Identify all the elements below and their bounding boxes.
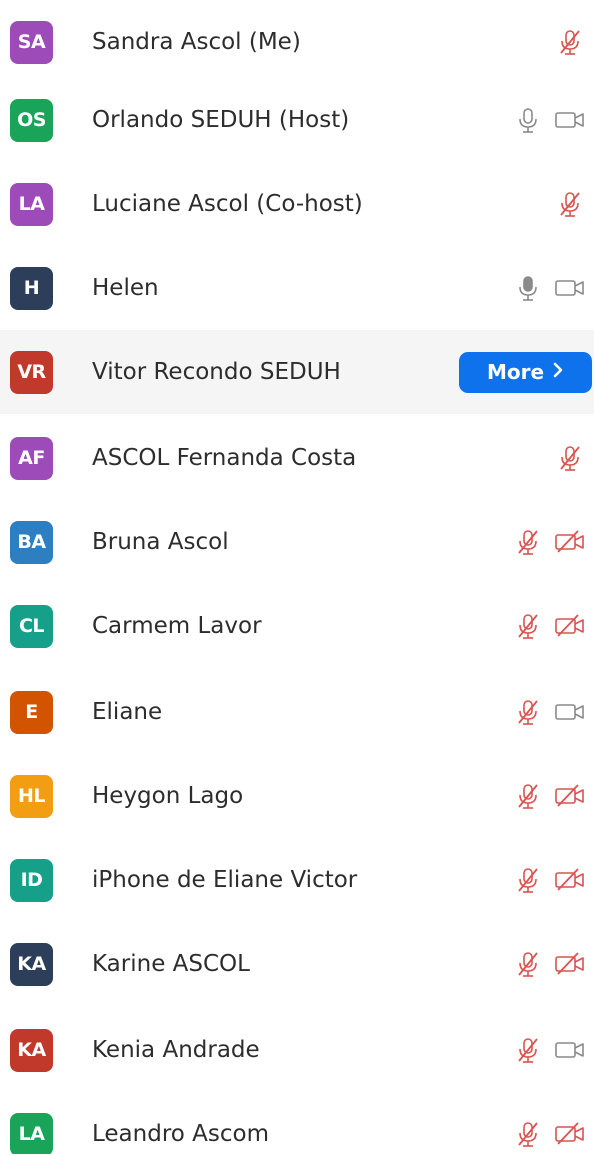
participant-row[interactable]: H Helen [0,246,594,330]
mic-muted-icon[interactable] [512,780,544,812]
participant-name: iPhone de Eliane Victor [92,867,358,893]
video-camera-icon[interactable] [554,104,586,136]
participant-status-icons [512,948,586,980]
participant-row[interactable]: LA Leandro Ascom [0,1092,594,1154]
participant-row[interactable]: ID iPhone de Eliane Victor [0,838,594,922]
video-camera-icon[interactable] [554,272,586,304]
avatar: LA [10,182,53,226]
participant-name: Luciane Ascol (Co-host) [92,191,363,217]
participant-row[interactable]: CL Carmem Lavor [0,584,594,668]
participant-name: Karine ASCOL [92,951,250,977]
video-off-icon[interactable] [554,780,586,812]
participant-status-icons [512,1034,586,1066]
video-off-icon[interactable] [554,864,586,896]
participant-name: Heygon Lago [92,783,244,809]
participant-row[interactable]: E Eliane [0,670,594,754]
participant-status-icons [512,610,586,642]
mic-muted-icon[interactable] [554,26,586,58]
participant-row[interactable]: HL Heygon Lago [0,754,594,838]
participant-status-icons [554,188,586,220]
avatar: AF [10,436,53,480]
participant-name: Sandra Ascol (Me) [92,29,301,55]
participant-name: Carmem Lavor [92,613,262,639]
participant-name: Helen [92,275,159,301]
chevron-right-icon [552,362,564,383]
avatar: KA [10,1028,53,1072]
participant-name: Eliane [92,699,163,725]
mic-icon[interactable] [512,104,544,136]
mic-muted-icon[interactable] [512,610,544,642]
mic-muted-icon[interactable] [512,526,544,558]
participant-status-icons [512,696,586,728]
video-off-icon[interactable] [554,610,586,642]
video-off-icon[interactable] [554,948,586,980]
avatar: CL [10,604,53,648]
participant-status-icons [554,442,586,474]
participant-status-icons [512,526,586,558]
participant-row[interactable]: AF ASCOL Fernanda Costa [0,416,594,500]
video-camera-icon[interactable] [554,1034,586,1066]
avatar: KA [10,942,53,986]
participant-name: Vitor Recondo SEDUH [92,359,341,385]
avatar: ID [10,858,53,902]
participant-status-icons [512,864,586,896]
avatar: VR [10,350,53,394]
mic-muted-icon[interactable] [512,1034,544,1066]
participant-row[interactable]: BA Bruna Ascol [0,500,594,584]
avatar: H [10,266,53,310]
participant-status-icons [512,272,586,304]
participant-name: Leandro Ascom [92,1121,270,1147]
participant-row[interactable]: SA Sandra Ascol (Me) [0,0,594,84]
participants-list: SA Sandra Ascol (Me) OS Orlando SEDUH (H… [0,0,594,1154]
participant-name: ASCOL Fernanda Costa [92,445,357,471]
participant-status-icons [512,1118,586,1150]
video-camera-icon[interactable] [554,696,586,728]
avatar: OS [10,98,53,142]
avatar: LA [10,1112,53,1154]
more-button[interactable]: More [459,351,592,393]
participant-row[interactable]: KA Kenia Andrade [0,1008,594,1092]
avatar: BA [10,520,53,564]
mic-muted-icon[interactable] [554,188,586,220]
more-button-label: More [486,360,545,384]
participant-name: Kenia Andrade [92,1037,260,1063]
participant-row[interactable]: OS Orlando SEDUH (Host) [0,78,594,162]
avatar: HL [10,774,53,818]
avatar: SA [10,20,53,64]
participant-name: Bruna Ascol [92,529,229,555]
participant-row[interactable]: KA Karine ASCOL [0,922,594,1006]
mic-muted-icon[interactable] [512,1118,544,1150]
mic-muted-icon[interactable] [512,948,544,980]
mic-active-icon[interactable] [512,272,544,304]
mic-muted-icon[interactable] [512,696,544,728]
mic-muted-icon[interactable] [512,864,544,896]
participant-status-icons [554,26,586,58]
participant-status-icons [512,780,586,812]
participant-name: Orlando SEDUH (Host) [92,107,350,133]
participant-row[interactable]: VR Vitor Recondo SEDUH More [0,330,594,414]
video-off-icon[interactable] [554,1118,586,1150]
participant-status-icons [512,104,586,136]
avatar: E [10,690,53,734]
mic-muted-icon[interactable] [554,442,586,474]
video-off-icon[interactable] [554,526,586,558]
participant-row[interactable]: LA Luciane Ascol (Co-host) [0,162,594,246]
